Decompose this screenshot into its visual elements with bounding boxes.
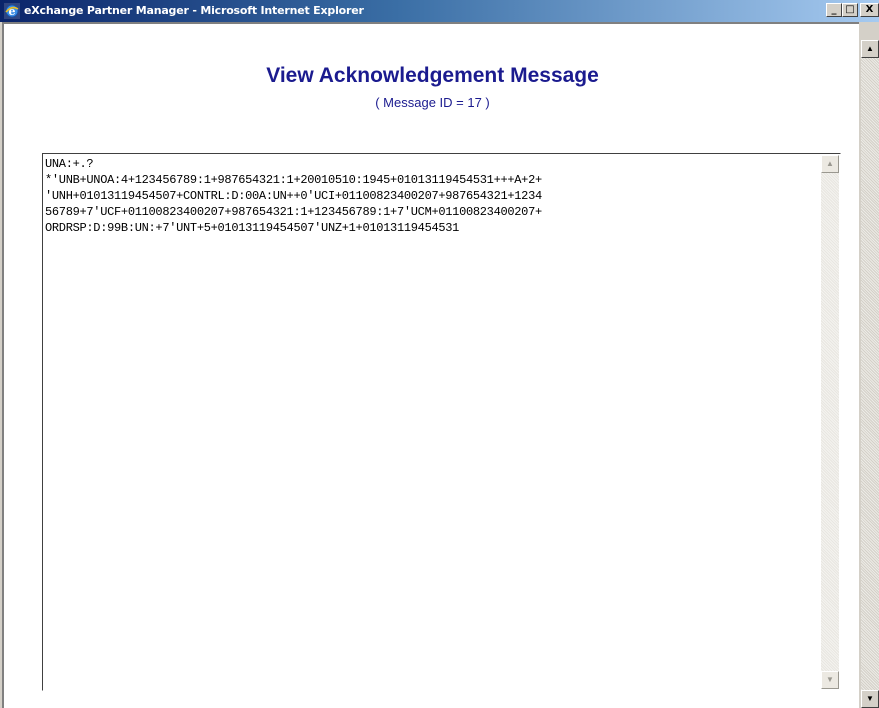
maximize-button[interactable]: □ xyxy=(842,3,858,17)
page-title: View Acknowledgement Message xyxy=(266,64,599,87)
textarea-scrollbar[interactable]: ▲ ▼ xyxy=(821,155,839,689)
minimize-button[interactable]: _ xyxy=(826,3,842,17)
browser-content-area: View Acknowledgement Message ( Message I… xyxy=(2,22,859,708)
message-line: UNA:+.? xyxy=(45,157,94,171)
message-textarea[interactable]: UNA:+.? *'UNB+UNOA:4+123456789:1+98765432… xyxy=(42,153,841,691)
message-line: *'UNB+UNOA:4+123456789:1+987654321:1+200… xyxy=(45,173,542,187)
message-line: 'UNH+01013119454507+CONTRL:D:00A:UN++0'U… xyxy=(45,189,542,203)
window-title: eXchange Partner Manager - Microsoft Int… xyxy=(24,4,364,17)
window-scroll-up-icon[interactable]: ▲ xyxy=(861,40,879,58)
close-icon: X xyxy=(865,4,874,15)
window-scroll-down-icon[interactable]: ▼ xyxy=(861,690,879,708)
message-line: 56789+7'UCF+01100823400207+987654321:1+1… xyxy=(45,205,542,219)
scroll-up-arrow-icon[interactable]: ▲ xyxy=(821,155,839,173)
window-titlebar[interactable]: e eXchange Partner Manager - Microsoft I… xyxy=(0,0,879,22)
scroll-down-arrow-icon[interactable]: ▼ xyxy=(821,671,839,689)
internet-explorer-icon: e xyxy=(4,3,20,19)
minimize-icon: _ xyxy=(831,4,837,15)
message-text[interactable]: UNA:+.? *'UNB+UNOA:4+123456789:1+98765432… xyxy=(45,156,817,688)
message-line: ORDRSP:D:99B:UN:+7'UNT+5+01013119454507'… xyxy=(45,221,460,235)
window-scrollbar[interactable]: ▲ ▼ xyxy=(861,40,879,708)
close-button[interactable]: X xyxy=(860,3,879,17)
message-id-subtitle: ( Message ID = 17 ) xyxy=(375,95,490,110)
maximize-icon: □ xyxy=(845,4,855,15)
